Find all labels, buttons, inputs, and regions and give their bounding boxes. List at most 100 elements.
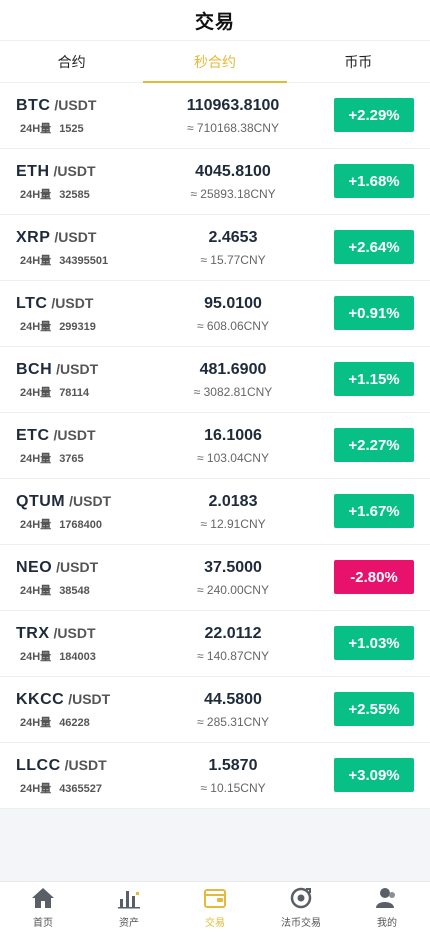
nav-profile[interactable]: 我的 <box>344 882 430 932</box>
trade-wallet-icon <box>203 886 227 910</box>
nav-assets[interactable]: 资产 <box>86 882 172 932</box>
quote-currency: /USDT <box>54 97 97 113</box>
change-badge[interactable]: +1.15% <box>334 362 414 396</box>
home-icon <box>31 886 55 910</box>
last-price: 16.1006 <box>204 427 262 444</box>
market-row[interactable]: LLCC/USDT 24H量 4365527 1.5870 ≈ 10.15CNY +3.0… <box>0 743 430 809</box>
volume-label: 24H量 <box>20 585 52 597</box>
cny-price: ≈ 240.00CNY <box>197 583 269 597</box>
quote-currency: /USDT <box>51 295 94 311</box>
pair-symbol: ETC/USDT <box>16 427 96 445</box>
pair-symbol: LTC/USDT <box>16 295 93 313</box>
pair-symbol: XRP/USDT <box>16 229 96 247</box>
market-row[interactable]: BTC/USDT 24H量 1525 110963.8100 ≈ 710168.38CN… <box>0 83 430 149</box>
cny-price: ≈ 10.15CNY <box>200 781 266 795</box>
volume-24h: 24H量 184003 <box>20 648 96 664</box>
base-currency: KKCC <box>16 691 65 708</box>
volume-value: 299319 <box>59 321 96 333</box>
cny-price: ≈ 25893.18CNY <box>190 187 276 201</box>
volume-label: 24H量 <box>20 783 52 795</box>
market-row[interactable]: QTUM/USDT 24H量 1768400 2.0183 ≈ 12.91CNY +1.6… <box>0 479 430 545</box>
volume-24h: 24H量 34395501 <box>20 252 108 268</box>
quote-currency: /USDT <box>56 361 99 377</box>
market-row[interactable]: BCH/USDT 24H量 78114 481.6900 ≈ 3082.81CNY +1.… <box>0 347 430 413</box>
volume-label: 24H量 <box>20 255 52 267</box>
market-row[interactable]: XRP/USDT 24H量 34395501 2.4653 ≈ 15.77CNY +2.6… <box>0 215 430 281</box>
volume-label: 24H量 <box>20 123 52 135</box>
volume-value: 46228 <box>59 717 90 729</box>
market-row[interactable]: ETH/USDT 24H量 32585 4045.8100 ≈ 25893.18CNY +… <box>0 149 430 215</box>
nav-fiat-label: 法币交易 <box>281 918 321 929</box>
assets-chart-icon <box>117 886 141 910</box>
change-badge[interactable]: +1.68% <box>334 164 414 198</box>
base-currency: LLCC <box>16 757 61 774</box>
volume-value: 3765 <box>59 453 84 465</box>
market-row[interactable]: TRX/USDT 24H量 184003 22.0112 ≈ 140.87CNY +1.0… <box>0 611 430 677</box>
change-badge[interactable]: +0.91% <box>334 296 414 330</box>
tab-second-contract[interactable]: 秒合约 <box>143 41 288 83</box>
volume-24h: 24H量 4365527 <box>20 780 102 796</box>
change-badge[interactable]: +2.55% <box>334 692 414 726</box>
quote-currency: /USDT <box>54 229 97 245</box>
pair-symbol: KKCC/USDT <box>16 691 110 709</box>
tab-spot[interactable]: 币币 <box>287 41 430 82</box>
pair-symbol: BTC/USDT <box>16 97 96 115</box>
volume-value: 32585 <box>59 189 90 201</box>
nav-assets-label: 资产 <box>119 918 139 929</box>
base-currency: TRX <box>16 625 50 642</box>
market-tabs: 合约 秒合约 币币 <box>0 40 430 83</box>
quote-currency: /USDT <box>69 493 112 509</box>
cny-price: ≈ 103.04CNY <box>197 451 269 465</box>
pair-symbol: NEO/USDT <box>16 559 98 577</box>
volume-label: 24H量 <box>20 189 52 201</box>
change-badge[interactable]: +2.64% <box>334 230 414 264</box>
base-currency: ETC <box>16 427 50 444</box>
change-badge[interactable]: +3.09% <box>334 758 414 792</box>
page-header: 交易 <box>0 0 430 40</box>
market-row[interactable]: ETC/USDT 24H量 3765 16.1006 ≈ 103.04CNY +2.27% <box>0 413 430 479</box>
volume-value: 4365527 <box>59 783 103 795</box>
last-price: 2.0183 <box>208 493 258 510</box>
quote-currency: /USDT <box>56 559 99 575</box>
volume-label: 24H量 <box>20 519 52 531</box>
quote-currency: /USDT <box>53 625 96 641</box>
base-currency: XRP <box>16 229 51 246</box>
nav-home-label: 首页 <box>33 918 53 929</box>
last-price: 481.6900 <box>199 361 267 378</box>
change-badge[interactable]: -2.80% <box>334 560 414 594</box>
volume-value: 1768400 <box>59 519 103 531</box>
page-title: 交易 <box>194 11 235 33</box>
base-currency: QTUM <box>16 493 66 510</box>
tab-contract[interactable]: 合约 <box>0 41 143 82</box>
market-row[interactable]: LTC/USDT 24H量 299319 95.0100 ≈ 608.06CNY +0.9… <box>0 281 430 347</box>
volume-value: 34395501 <box>59 255 109 267</box>
change-badge[interactable]: +1.03% <box>334 626 414 660</box>
cny-price: ≈ 12.91CNY <box>200 517 266 531</box>
last-price: 4045.8100 <box>195 163 271 180</box>
quote-currency: /USDT <box>53 427 96 443</box>
market-list: BTC/USDT 24H量 1525 110963.8100 ≈ 710168.38CN… <box>0 83 430 809</box>
change-badge[interactable]: +2.27% <box>334 428 414 462</box>
nav-home[interactable]: 首页 <box>0 882 86 932</box>
quote-currency: /USDT <box>68 691 111 707</box>
change-badge[interactable]: +2.29% <box>334 98 414 132</box>
cny-price: ≈ 285.31CNY <box>197 715 269 729</box>
base-currency: BCH <box>16 361 53 378</box>
pair-symbol: LLCC/USDT <box>16 757 107 775</box>
pair-symbol: ETH/USDT <box>16 163 96 181</box>
volume-24h: 24H量 78114 <box>20 384 89 400</box>
nav-trade[interactable]: 交易 <box>172 882 258 932</box>
last-price: 44.5800 <box>204 691 262 708</box>
volume-value: 1525 <box>59 123 84 135</box>
change-badge[interactable]: +1.67% <box>334 494 414 528</box>
volume-label: 24H量 <box>20 453 52 465</box>
volume-label: 24H量 <box>20 321 52 333</box>
cny-price: ≈ 608.06CNY <box>197 319 269 333</box>
market-row[interactable]: NEO/USDT 24H量 38548 37.5000 ≈ 240.00CNY -2.80… <box>0 545 430 611</box>
nav-fiat[interactable]: 法币交易 <box>258 882 344 932</box>
nav-trade-label: 交易 <box>205 918 225 929</box>
base-currency: ETH <box>16 163 50 180</box>
cny-price: ≈ 15.77CNY <box>200 253 266 267</box>
base-currency: BTC <box>16 97 51 114</box>
market-row[interactable]: KKCC/USDT 24H量 46228 44.5800 ≈ 285.31CNY +2.5… <box>0 677 430 743</box>
